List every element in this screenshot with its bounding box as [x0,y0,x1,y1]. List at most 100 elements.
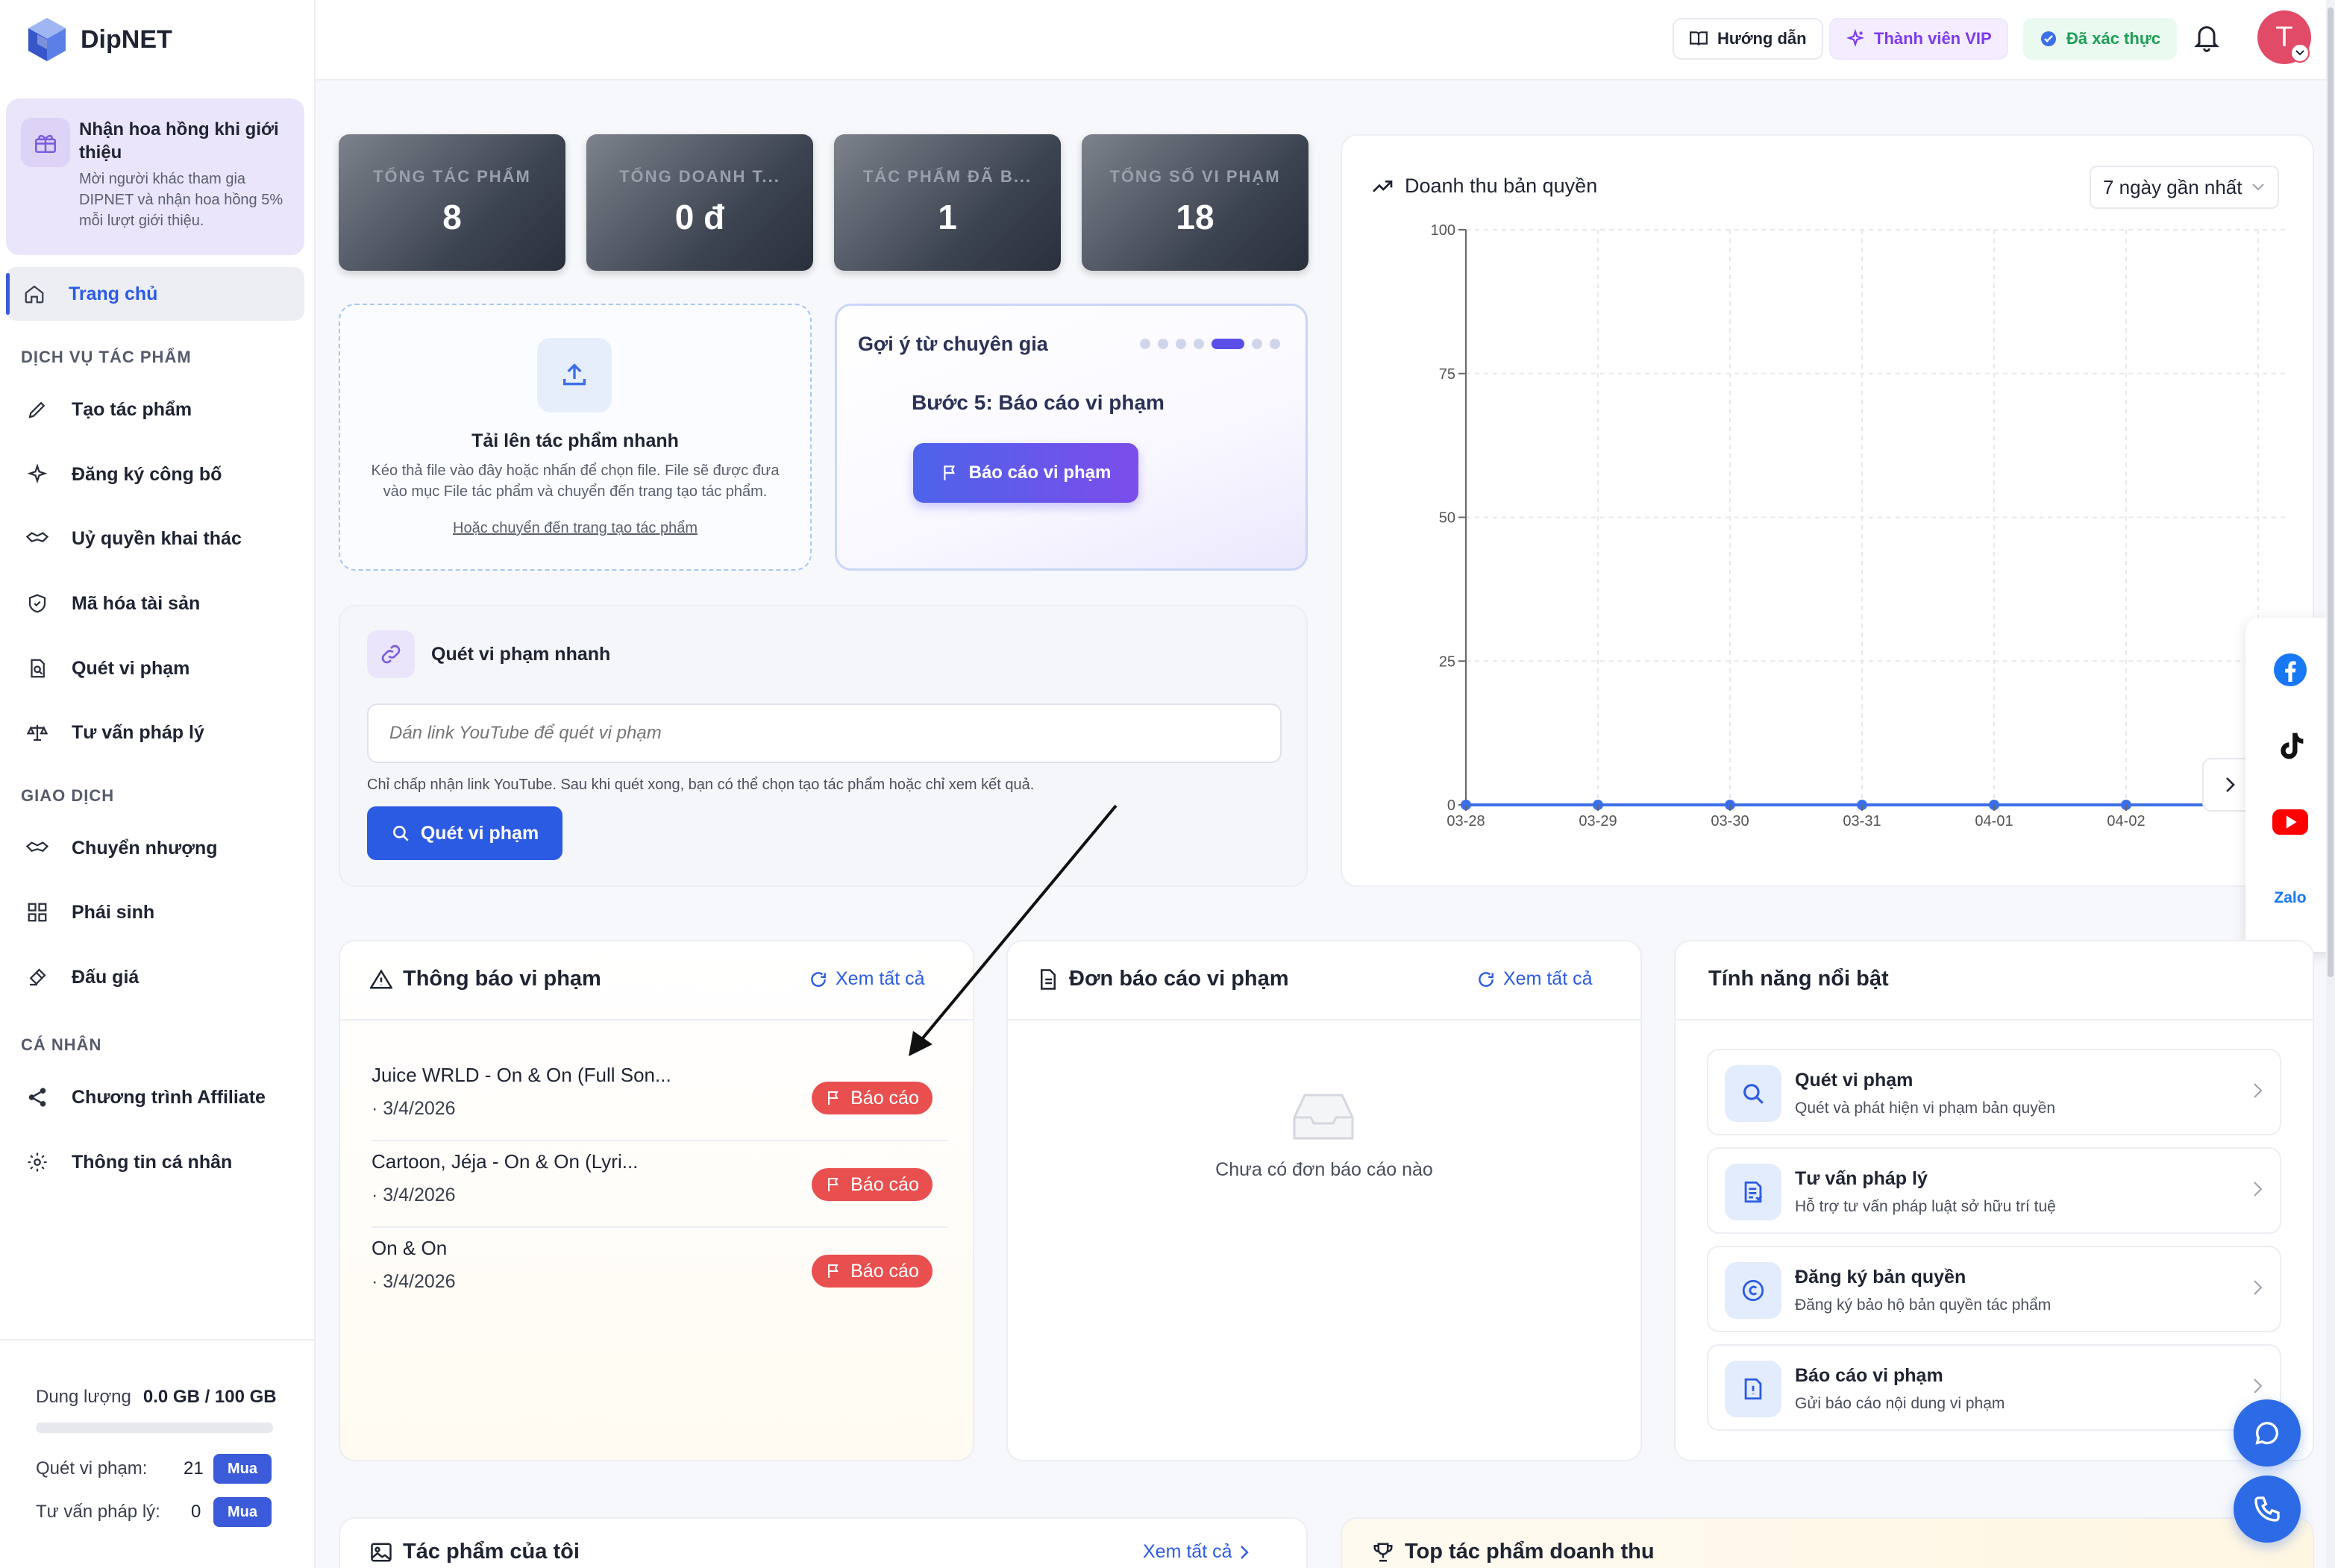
nav-tokenize[interactable]: Mã hóa tài sản [16,581,300,626]
search-icon [1725,1065,1781,1122]
stat-card-total-works[interactable]: TỔNG TÁC PHẨM 8 [339,134,565,271]
feature-desc: Đăng ký bảo hộ bản quyền tác phẩm [1795,1296,2052,1314]
revenue-line-chart: 0 25 50 75 100 03-28 03-29 03-30 03-31 04-01 04-02… [1431,222,2289,830]
y-tick-label: 75 [1439,366,1455,383]
quick-scan-button[interactable]: Quét vi phạm [367,806,562,860]
feature-title: Đăng ký bản quyền [1795,1267,1966,1288]
nav-legal-advice[interactable]: Tư vấn pháp lý [16,710,300,755]
expert-step: Bước 5: Báo cáo vi phạm [912,391,1165,414]
feature-copyright-register[interactable]: Đăng ký bản quyền Đăng ký bảo hộ bản quy… [1707,1246,2281,1332]
doc-search-icon [16,657,58,680]
trophy-icon [1372,1541,1394,1564]
chevron-right-icon [2253,1279,2263,1296]
stat-value: 8 [442,198,462,236]
nav-authorization[interactable]: Uỷ quyền khai thác [16,516,300,561]
notice-item[interactable]: Cartoon, Jéja - On & On (Lyri... · 3/4/2… [372,1141,947,1228]
zalo-icon[interactable]: Zalo [2268,876,2313,921]
guide-button[interactable]: Hướng dẫn [1673,18,1823,60]
step-dot[interactable] [1270,339,1280,349]
feature-title: Tư vấn pháp lý [1795,1168,1928,1189]
feature-scan[interactable]: Quét vi phạm Quét và phát hiện vi phạm b… [1707,1049,2281,1135]
report-badge-label: Báo cáo [850,1173,919,1195]
tiktok-icon[interactable] [2268,724,2313,768]
feature-report[interactable]: Báo cáo vi phạm Gửi báo cáo nội dung vi … [1707,1344,2281,1431]
reports-see-all[interactable]: Xem tất cả [1476,968,1593,990]
feature-legal[interactable]: Tư vấn pháp lý Hỗ trợ tư vấn pháp luật s… [1707,1147,2281,1234]
x-tick-label: 03-28 [1447,813,1485,830]
nav-create-work[interactable]: Tạo tác phẩm [16,387,300,432]
step-dot[interactable] [1252,339,1262,349]
buy-legal-button[interactable]: Mua [213,1497,272,1527]
stat-value: 18 [1176,198,1214,236]
refresh-icon [809,970,828,989]
notice-date: · 3/4/2026 [372,1271,456,1292]
notice-item[interactable]: On & On · 3/4/2026 Báo cáo [372,1228,947,1314]
buy-scan-button[interactable]: Mua [213,1454,272,1484]
stat-card-total-revenue[interactable]: TỔNG DOANH T... 0 đ [586,134,813,271]
go-create-work-link[interactable]: Hoặc chuyển đến trang tạo tác phẩm [340,520,810,537]
reports-header: Đơn báo cáo vi phạm [1038,967,1289,991]
nav-scan-violation[interactable]: Quét vi phạm [16,646,300,691]
nav-home[interactable]: Trang chủ [6,267,304,321]
step-dot[interactable] [1194,339,1204,349]
youtube-link-input[interactable] [367,703,1282,763]
x-tick-label: 03-31 [1843,813,1881,830]
quick-upload-dropzone[interactable]: Tải lên tác phẩm nhanh Kéo thả file vào … [339,304,812,571]
legal-quota: Tư vấn pháp lý: [36,1502,160,1522]
works-see-all[interactable]: Xem tất cả [1143,1541,1250,1563]
nav-transfer[interactable]: Chuyển nhượng [16,826,300,871]
top-works-title: Top tác phẩm doanh thu [1405,1540,1655,1564]
nav-label: Đấu giá [72,966,140,988]
quick-scan-button-label: Quét vi phạm [420,822,539,844]
call-button[interactable] [2234,1476,2301,1543]
refresh-icon [1476,970,1496,989]
brand[interactable]: DipNET [27,13,172,66]
nav-affiliate[interactable]: Chương trình Affiliate [16,1075,300,1120]
chat-button[interactable] [2234,1399,2301,1467]
shield-icon [16,592,58,615]
storage-panel: Dung lượng 0.0 GB / 100 GB Quét vi phạm:… [0,1339,316,1568]
report-badge-button[interactable]: Báo cáo [812,1255,933,1288]
report-violation-button[interactable]: Báo cáo vi phạm [913,443,1138,503]
step-dot[interactable] [1158,339,1168,349]
report-badge-button[interactable]: Báo cáo [812,1168,933,1201]
my-works-card: Tác phẩm của tôi Xem tất cả [339,1517,1308,1568]
flag-icon [825,1089,843,1107]
chevron-right-icon [2253,1377,2263,1395]
step-dot[interactable] [1140,339,1150,349]
stat-label: TỔNG SỐ VI PHẠM [1109,167,1281,186]
share-icon [16,1086,58,1108]
nav-label: Chương trình Affiliate [72,1086,266,1108]
document-icon [1038,968,1059,991]
vip-button[interactable]: Thành viên VIP [1829,18,2008,60]
empty-inbox-icon [1290,1091,1357,1143]
report-badge-button[interactable]: Báo cáo [812,1082,933,1114]
verified-badge[interactable]: Đã xác thực [2023,18,2177,60]
nav-label: Thông tin cá nhân [72,1151,233,1173]
nav-profile[interactable]: Thông tin cá nhân [16,1140,300,1185]
notice-item[interactable]: Juice WRLD - On & On (Full Son... · 3/4/… [372,1055,947,1141]
stat-card-works-sold[interactable]: TÁC PHẨM ĐÃ B... 1 [834,134,1061,271]
facebook-icon[interactable] [2268,647,2313,692]
nav-publish-register[interactable]: Đăng ký công bố [16,452,300,497]
nav-label: Phái sinh [72,901,155,923]
youtube-icon[interactable] [2268,800,2313,844]
nav-auction[interactable]: Đấu giá [16,955,300,1000]
chevron-right-icon [2253,1180,2263,1198]
report-violation-label: Báo cáo vi phạm [968,462,1112,483]
chevron-down-icon[interactable] [2290,43,2310,63]
quick-scan-card: Quét vi phạm nhanh Chỉ chấp nhận link Yo… [339,605,1308,887]
step-dot[interactable] [1212,339,1244,349]
step-dot[interactable] [1176,339,1186,349]
x-tick-label: 03-30 [1711,813,1749,830]
storage-label: Dung lượng [36,1387,131,1407]
referral-promo[interactable]: Nhận hoa hồng khi giới thiệu Mời người k… [6,98,304,255]
bell-icon[interactable] [2192,21,2222,54]
features-title: Tính năng nổi bật [1708,967,1889,991]
warning-icon [370,968,392,990]
page-scrollbar-thumb[interactable] [2328,7,2334,977]
nav-derivative[interactable]: Phái sinh [16,890,300,935]
stat-card-total-violations[interactable]: TỔNG SỐ VI PHẠM 18 [1082,134,1308,271]
search-icon [391,824,410,843]
works-header: Tác phẩm của tôi [370,1540,580,1564]
